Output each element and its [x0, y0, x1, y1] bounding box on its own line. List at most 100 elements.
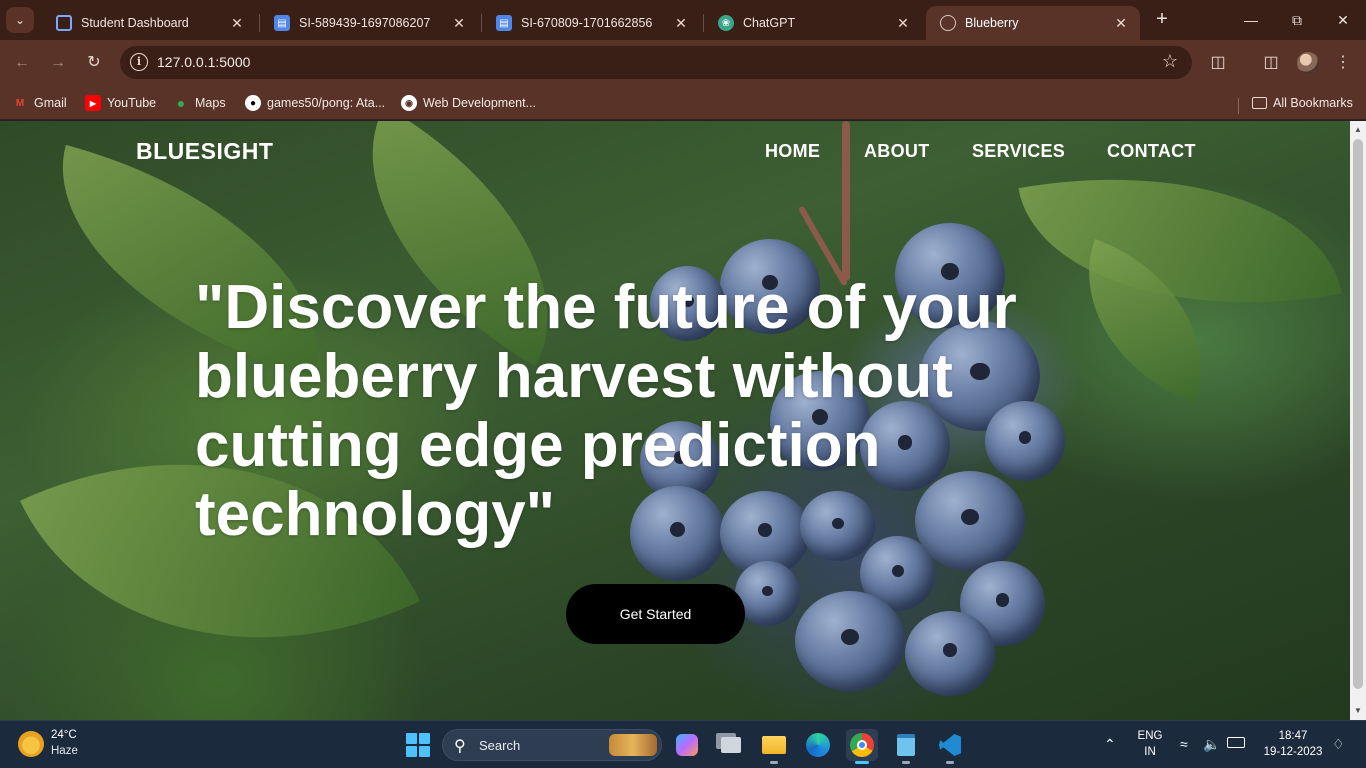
- weather-haze-icon[interactable]: [18, 731, 44, 757]
- forward-arrow-icon[interactable]: →: [46, 51, 70, 75]
- copilot-app-icon[interactable]: [671, 729, 703, 761]
- tab-title: Student Dashboard: [81, 16, 189, 30]
- weather-condition[interactable]: Haze: [51, 745, 78, 757]
- notepad-icon[interactable]: [890, 729, 922, 764]
- bookmark-star-icon[interactable]: ☆: [1162, 51, 1178, 72]
- address-bar[interactable]: i 127.0.0.1:5000 ☆: [120, 46, 1192, 79]
- bookmarks-divider: [1238, 98, 1239, 114]
- language-indicator[interactable]: ENG: [1136, 730, 1164, 742]
- youtube-icon: ▶: [85, 95, 101, 111]
- battery-icon[interactable]: [1227, 737, 1245, 748]
- minimize-button[interactable]: —: [1228, 8, 1274, 34]
- globe-favicon-icon: [940, 15, 956, 31]
- tab-chatgpt[interactable]: ❀ ChatGPT ✕: [704, 6, 922, 40]
- window-close-button[interactable]: ✕: [1320, 8, 1366, 34]
- nav-contact-link[interactable]: CONTACT: [1107, 141, 1196, 162]
- wifi-icon[interactable]: ≈: [1180, 736, 1188, 752]
- site-logo[interactable]: BLUESIGHT: [136, 138, 273, 165]
- scrollbar-thumb[interactable]: [1353, 139, 1363, 689]
- search-highlight-image: [609, 734, 657, 756]
- all-bookmarks-button[interactable]: All Bookmarks: [1252, 93, 1353, 113]
- hero-line: technology": [195, 480, 556, 549]
- chrome-browser-icon[interactable]: [846, 729, 878, 764]
- weather-temperature[interactable]: 24°C: [51, 729, 77, 741]
- side-panel-icon[interactable]: ◫: [1259, 51, 1283, 75]
- page-viewport: BLUESIGHT HOME ABOUT SERVICES CONTACT "D…: [0, 121, 1350, 720]
- bookmark-gmail[interactable]: M Gmail: [12, 93, 67, 113]
- bookmark-label: YouTube: [107, 96, 157, 110]
- scroll-down-arrow-icon[interactable]: ▼: [1353, 706, 1363, 716]
- bookmark-github-pong[interactable]: ● games50/pong: Ata...: [245, 93, 385, 113]
- clock-date[interactable]: 19-12-2023: [1258, 746, 1328, 758]
- bookmark-label: All Bookmarks: [1273, 96, 1353, 110]
- bookmark-youtube[interactable]: ▶ YouTube: [85, 93, 156, 113]
- file-explorer-icon[interactable]: [758, 729, 790, 764]
- site-info-icon[interactable]: i: [130, 53, 148, 71]
- bookmark-label: Gmail: [34, 96, 67, 110]
- nav-about-link[interactable]: ABOUT: [864, 141, 930, 162]
- search-icon: ⚲: [454, 738, 466, 755]
- reload-icon[interactable]: ↻: [82, 51, 106, 75]
- close-icon[interactable]: ✕: [228, 15, 246, 32]
- gmail-icon: M: [15, 97, 25, 109]
- url-text[interactable]: 127.0.0.1:5000: [157, 54, 250, 70]
- bookmarks-bar: M Gmail ▶ YouTube ● Maps ● games50/pong:…: [0, 86, 1366, 120]
- hero-line: "Discover the future of your: [195, 273, 1017, 342]
- stem-shape: [842, 121, 850, 281]
- bookmark-label: games50/pong: Ata...: [267, 96, 386, 110]
- bookmark-label: Web Development...: [423, 96, 537, 110]
- nav-services-link[interactable]: SERVICES: [972, 141, 1065, 162]
- bookmark-label: Maps: [195, 96, 226, 110]
- tab-blueberry[interactable]: Blueberry ✕: [926, 6, 1140, 40]
- extensions-icon[interactable]: ◫: [1206, 51, 1230, 75]
- tab-title: ChatGPT: [743, 16, 796, 30]
- profile-avatar[interactable]: [1297, 52, 1319, 74]
- doc-favicon-icon: ▤: [274, 15, 290, 31]
- bookmark-maps[interactable]: ● Maps: [173, 93, 226, 113]
- tab-search-button[interactable]: ⌄: [6, 7, 34, 33]
- windows-start-icon[interactable]: [406, 733, 430, 757]
- chatgpt-favicon-icon: ❀: [718, 15, 734, 31]
- close-icon[interactable]: ✕: [672, 15, 690, 32]
- tab-si-670809[interactable]: ▤ SI-670809-1701662856 ✕: [482, 6, 700, 40]
- github-icon: ●: [245, 95, 261, 111]
- menu-kebab-icon[interactable]: ⋮: [1331, 51, 1355, 75]
- language-region[interactable]: IN: [1136, 746, 1164, 758]
- close-icon[interactable]: ✕: [894, 15, 912, 32]
- hero-line: cutting edge prediction: [195, 411, 881, 480]
- windows-taskbar: 24°C Haze ⚲ Search ⌃ ENG IN ≈ 🔈 18:47 19…: [0, 720, 1366, 768]
- tab-title: Blueberry: [965, 16, 1019, 30]
- get-started-button[interactable]: Get Started: [566, 584, 745, 644]
- new-tab-button[interactable]: +: [1150, 8, 1174, 32]
- chevron-up-icon[interactable]: ⌃: [1104, 736, 1116, 753]
- taskbar-search[interactable]: ⚲ Search: [442, 729, 662, 761]
- berry-shape: [795, 591, 905, 691]
- folder-icon: [1252, 97, 1267, 109]
- doc-favicon-icon: ▤: [496, 15, 512, 31]
- volume-icon[interactable]: 🔈: [1203, 736, 1220, 753]
- tab-student-dashboard[interactable]: Student Dashboard ✕: [42, 6, 256, 40]
- nav-home-link[interactable]: HOME: [765, 141, 820, 162]
- back-arrow-icon[interactable]: ←: [10, 51, 34, 75]
- bookmark-web-development[interactable]: ◉ Web Development...: [401, 93, 536, 113]
- tab-title: SI-589439-1697086207: [299, 16, 431, 30]
- tab-si-589439[interactable]: ▤ SI-589439-1697086207 ✕: [260, 6, 478, 40]
- notification-bell-icon[interactable]: ♢: [1332, 736, 1345, 753]
- close-icon[interactable]: ✕: [450, 15, 468, 32]
- chevron-down-icon: ⌄: [14, 13, 26, 27]
- page-scrollbar[interactable]: ▲ ▼: [1350, 121, 1366, 720]
- berry-shape: [905, 611, 995, 696]
- task-view-icon[interactable]: [715, 729, 747, 761]
- maps-pin-icon: ●: [176, 95, 186, 111]
- site-icon: ◉: [401, 95, 417, 111]
- hero-line: blueberry harvest without: [195, 342, 953, 411]
- tab-strip: ⌄ Student Dashboard ✕ ▤ SI-589439-169708…: [0, 0, 1366, 40]
- tab-title: SI-670809-1701662856: [521, 16, 653, 30]
- scroll-up-arrow-icon[interactable]: ▲: [1353, 125, 1363, 135]
- search-label: Search: [479, 738, 521, 753]
- vscode-icon[interactable]: [934, 729, 966, 764]
- close-icon[interactable]: ✕: [1112, 15, 1130, 32]
- edge-browser-icon[interactable]: [802, 729, 834, 761]
- clock-time[interactable]: 18:47: [1258, 730, 1328, 742]
- restore-button[interactable]: ⧉: [1274, 8, 1320, 34]
